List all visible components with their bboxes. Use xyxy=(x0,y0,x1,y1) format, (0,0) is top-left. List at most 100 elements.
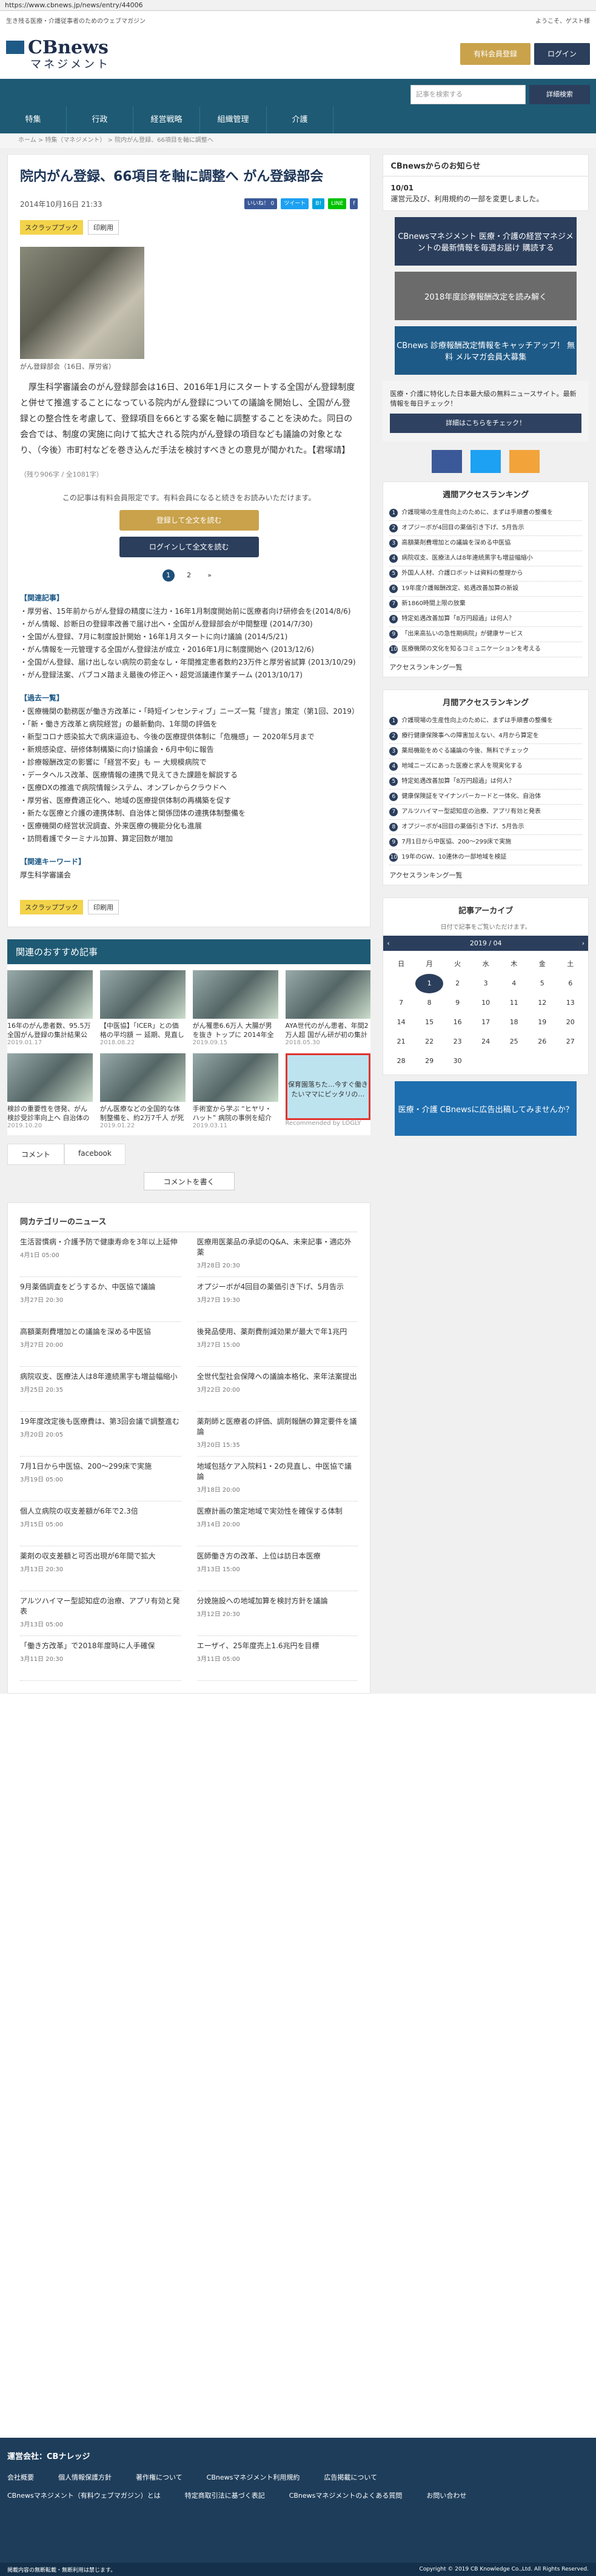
cal-date[interactable]: 14 xyxy=(387,1013,415,1032)
tab-comment[interactable]: コメント xyxy=(7,1144,65,1165)
cal-date[interactable]: 25 xyxy=(500,1032,528,1052)
cal-date[interactable]: 17 xyxy=(472,1013,500,1032)
page-next[interactable]: » xyxy=(204,569,216,582)
recommend-item[interactable]: 手術室から学ぶ “ヒヤリ・ハット” 病院の事例を紹介 2019.03.11 xyxy=(192,1053,278,1129)
rank-item[interactable]: 4 病院収支、医療法人は8年連続黒字も増益幅縮小 xyxy=(389,551,582,566)
nav-tab-special[interactable]: 特集 xyxy=(0,107,67,133)
nav-tab-gov[interactable]: 行政 xyxy=(67,107,133,133)
rss-icon[interactable] xyxy=(509,450,540,473)
recommend-item[interactable]: がん医療などの全国的な体制整備を、約2万7千人 が死亡2019.01.22 xyxy=(99,1053,186,1129)
nav-tab-strategy[interactable]: 経営戦略 xyxy=(133,107,200,133)
notice-text[interactable]: 運営元及び、利用規約の一部を変更しました。 xyxy=(390,193,581,204)
news-item[interactable]: 後発品使用、薬剤費削減効果が最大で年1兆円 3月27日 15:00 xyxy=(196,1322,358,1367)
cal-date[interactable]: 8 xyxy=(415,993,444,1013)
cal-date[interactable]: 24 xyxy=(472,1032,500,1052)
login-button[interactable]: ログイン xyxy=(534,43,590,65)
cal-date[interactable]: 26 xyxy=(528,1032,557,1052)
cal-date[interactable]: 10 xyxy=(472,993,500,1013)
popular-link[interactable]: ・訪問看護でターミナル加算、算定回数が増加 xyxy=(20,833,358,845)
write-comment-button[interactable]: コメントを書く xyxy=(143,1172,235,1190)
scrapbook-button-bottom[interactable]: スクラップブック xyxy=(20,900,83,914)
news-item[interactable]: 「働き方改革」で2018年度時に人手確保 3月11日 20:30 xyxy=(20,1636,181,1681)
related-link[interactable]: ・がん登録法案、パブコメ踏まえ最後の修正へ・超党派議連作業チーム (2013/1… xyxy=(20,669,358,682)
cal-date[interactable] xyxy=(472,1052,500,1071)
footer-link[interactable]: CBnewsマネジメント（有料ウェブマガジン）とは xyxy=(7,2490,161,2500)
related-link[interactable]: ・がん情報を一元管理する全国がん登録法が成立・2016年1月に制度開始へ (20… xyxy=(20,643,358,656)
popular-link[interactable]: ・新たな医療と介護の連携体制、自治体と関係団体の連携体制整備を xyxy=(20,807,358,820)
footer-link[interactable]: お問い合わせ xyxy=(426,2490,466,2500)
popular-link[interactable]: ・新規感染症、研修体制構築に向け協議会・6月中旬に報告 xyxy=(20,743,358,756)
news-item[interactable]: 病院収支、医療法人は8年連続黒字も増益幅縮小 3月25日 20:35 xyxy=(20,1367,181,1412)
banner-revision[interactable]: 2018年度診療報酬改定を読み解く xyxy=(395,272,577,320)
rank-item[interactable]: 6 健康保険証をマイナンバーカードと一体化、自治体 xyxy=(389,790,582,805)
cal-next-icon[interactable]: › xyxy=(582,939,584,947)
hatena-button[interactable]: B! xyxy=(312,198,325,209)
cal-date[interactable]: 4 xyxy=(500,974,528,993)
weekly-more-link[interactable]: アクセスランキング一覧 xyxy=(383,657,588,677)
rank-item[interactable]: 7 アルツハイマー型認知症の治療、アプリ有効と発表 xyxy=(389,805,582,820)
cal-date[interactable]: 19 xyxy=(528,1013,557,1032)
cal-date[interactable]: 21 xyxy=(387,1032,415,1052)
cal-date[interactable]: 1 xyxy=(415,974,444,993)
news-item[interactable]: 医療用医薬品の承認のQ&A、未来記事・適応外薬 3月28日 20:30 xyxy=(196,1232,358,1277)
related-link[interactable]: ・全国がん登録、7月に制度設計開始・16年1月スタートに向け議論 (2014/5… xyxy=(20,631,358,643)
footer-link[interactable]: CBnewsマネジメントのよくある質問 xyxy=(289,2490,403,2500)
rank-item[interactable]: 3 高額薬剤費増加との議論を深める中医協 xyxy=(389,536,582,551)
page-1[interactable]: 1 xyxy=(162,569,175,582)
popular-link[interactable]: ・新型コロナ感染拡大で病床逼迫も、今後の医療提供体制に「危機感」ー 2020年5… xyxy=(20,731,358,743)
rank-item[interactable]: 9 「出来高払いの急性期病院」が健康サービス xyxy=(389,627,582,642)
recommend-item[interactable]: 検診の重要性を啓発、がん検診受診率向上へ 自治体の先進事例2019.10.20 xyxy=(7,1053,93,1129)
recommend-item[interactable]: 【中医協】「ICER」との価格の平均額 ー 延期、見直し 2018.08.22 xyxy=(99,970,186,1046)
popular-link[interactable]: ・診療報酬改定の影響に「経営不安」も ー 大規模病院で xyxy=(20,756,358,769)
rank-item[interactable]: 6 19年度介護報酬改定、処遇改善加算の新設 xyxy=(389,582,582,597)
related-link[interactable]: ・厚労省、15年前からがん登録の精度に注力・16年1月制度開始前に医療者向け研修… xyxy=(20,605,358,618)
news-item[interactable]: オプジーボが4回目の薬価引き下げ、5月告示 3月27日 19:30 xyxy=(196,1277,358,1322)
footer-link[interactable]: 会社概要 xyxy=(7,2472,34,2482)
rank-item[interactable]: 9 7月1日から中医協、200～299床で実施 xyxy=(389,835,582,850)
news-item[interactable]: 個人立病院の収支差額が6年で2.3倍 3月15日 05:00 xyxy=(20,1501,181,1546)
cal-date[interactable]: 12 xyxy=(528,993,557,1013)
popular-link[interactable]: ・厚労省、医療費適正化へ、地域の医療提供体制の再構築を促す xyxy=(20,794,358,807)
related-link[interactable]: ・がん情報、診断日の登録率改善で届け出へ・全国がん登録部会が中間整理 (2014… xyxy=(20,618,358,631)
popular-link[interactable]: ・医療機関の経営状況調査、外来医療の機能分化も進展 xyxy=(20,820,358,833)
page-2[interactable]: 2 xyxy=(183,569,195,582)
cal-date[interactable]: 5 xyxy=(528,974,557,993)
cal-date[interactable]: 28 xyxy=(387,1052,415,1071)
monthly-more-link[interactable]: アクセスランキング一覧 xyxy=(383,865,588,885)
rank-item[interactable]: 8 特定処遇改善加算「8万円超過」は何人？ xyxy=(389,612,582,627)
cal-date[interactable]: 3 xyxy=(472,974,500,993)
news-item[interactable]: アルツハイマー型認知症の治療、アプリ有効と発表 3月13日 05:00 xyxy=(20,1591,181,1636)
cal-date[interactable]: 16 xyxy=(443,1013,472,1032)
cal-date[interactable]: 22 xyxy=(415,1032,444,1052)
facebook-icon[interactable] xyxy=(432,450,463,473)
cal-date[interactable]: 30 xyxy=(443,1052,472,1071)
cal-date[interactable] xyxy=(528,1052,557,1071)
rank-item[interactable]: 2 オプジーボが4回目の薬価引き下げ、5月告示 xyxy=(389,521,582,536)
line-button[interactable]: LINE xyxy=(328,198,347,209)
news-item[interactable]: 医療計画の策定地域で実効性を確保する体制 3月14日 20:00 xyxy=(196,1501,358,1546)
rank-item[interactable]: 1 介護現場の生産性向上のために、まずは手順書の整備を xyxy=(389,714,582,729)
related-link[interactable]: ・全国がん登録、届け出しない病院の罰金なし・年間推定患者数約23万件と厚労省試算… xyxy=(20,656,358,669)
rank-item[interactable]: 3 薬局機能をめぐる議論の今後、無料でチェック xyxy=(389,744,582,759)
news-item[interactable]: エーザイ、25年度売上1.6兆円を目標 3月11日 05:00 xyxy=(196,1636,358,1681)
news-item[interactable]: 分娩施設への地域加算を検討方針を議論 3月12日 20:30 xyxy=(196,1591,358,1636)
cal-date[interactable]: 6 xyxy=(556,974,584,993)
keyword-link[interactable]: 厚生科学審議会 xyxy=(20,869,358,882)
rank-item[interactable]: 7 新1860時間上限の放棄 xyxy=(389,597,582,612)
news-item[interactable]: 生活習慣病・介護予防で健康寿命を3年以上延伸 4月1日 05:00 xyxy=(20,1232,181,1277)
news-item[interactable]: 地域包括ケア入院料1・2の見直し、中医協で議論 3月18日 20:00 xyxy=(196,1457,358,1501)
tweet-button[interactable]: ツイート xyxy=(281,198,309,209)
rank-item[interactable]: 1 介護現場の生産性向上のために、まずは手順書の整備を xyxy=(389,506,582,521)
rank-item[interactable]: 10 19年のGW、10連休の一部地域を検証 xyxy=(389,850,582,865)
cal-date[interactable]: 27 xyxy=(556,1032,584,1052)
news-item[interactable]: 9月薬価調査をどうするか、中医協で議論 3月27日 20:30 xyxy=(20,1277,181,1322)
banner-mailmag[interactable]: CBnews 診療報酬改定情報をキャッチアップ！ 無料 メルマガ会員大募集 xyxy=(395,326,577,375)
cal-date[interactable]: 13 xyxy=(556,993,584,1013)
popular-link[interactable]: ・医療DXの推進で病院情報システム、オンプレからクラウドへ xyxy=(20,782,358,794)
banner-management[interactable]: CBnewsマネジメント 医療・介護の経営マネジメントの最新情報を毎週お届け 購… xyxy=(395,217,577,266)
recommend-item[interactable]: AYA世代のがん患者、年間2万人超 国がん研が初の集計 2018.05.30 xyxy=(285,970,371,1046)
tab-facebook[interactable]: facebook xyxy=(64,1144,126,1165)
popular-link[interactable]: ・医療機関の勤務医が働き方改革に・「時短インセンティブ」ニーズ一覧「提言」策定（… xyxy=(20,705,359,718)
cal-date[interactable] xyxy=(500,1052,528,1071)
cal-date[interactable]: 20 xyxy=(556,1013,584,1032)
